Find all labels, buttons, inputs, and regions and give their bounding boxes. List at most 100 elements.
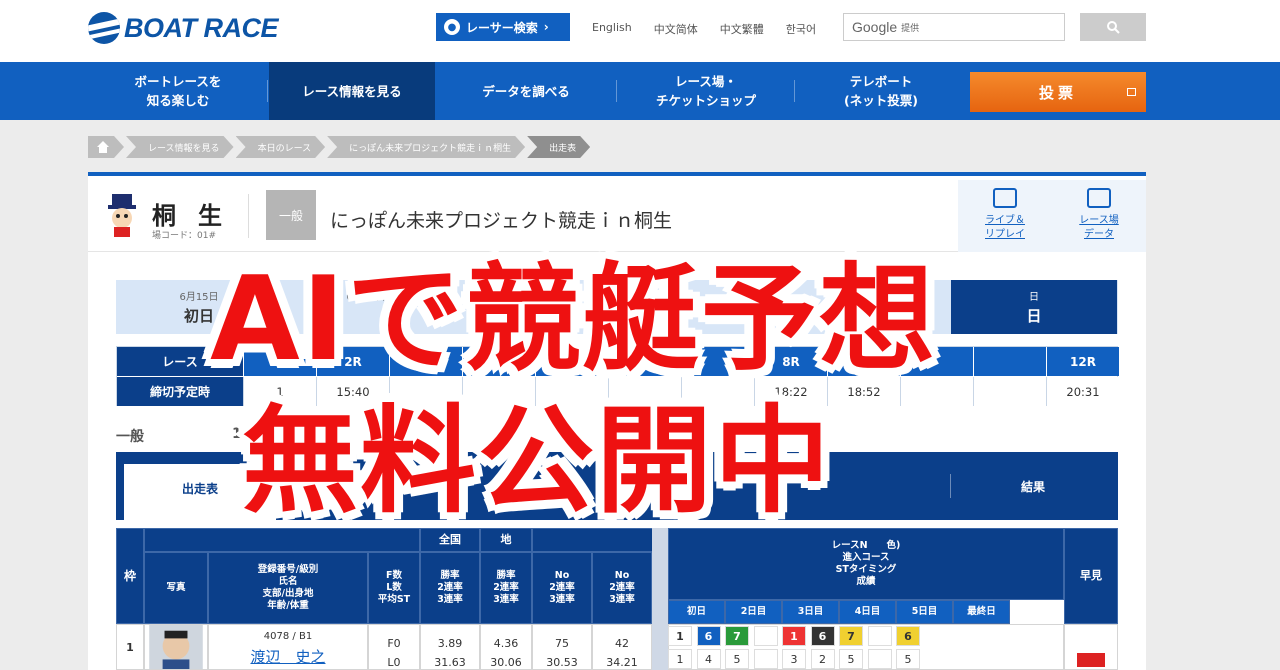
breadcrumb-item[interactable]: レース情報を見る: [126, 136, 234, 158]
tv-icon: [993, 188, 1017, 208]
site-header: BOAT RACE ● レーサー検索 › English 中文简体 中文繁體 한…: [0, 0, 1280, 62]
language-switcher: English 中文简体 中文繁體 한국어: [592, 21, 816, 37]
racer-profile: 4078 / B1 渡辺 史之: [208, 624, 368, 670]
race-number-tab[interactable]: 12R: [1046, 347, 1119, 376]
entry-table: 枠 写真 登録番号/級別 氏名 支部/出身地 年齢/体重 F数 L数 平均ST …: [116, 528, 1118, 670]
result-frame-cell: 1: [782, 626, 806, 646]
tab-result[interactable]: 結果: [950, 464, 1116, 508]
nav-item-venues[interactable]: レース場・ チケットショップ: [617, 62, 795, 120]
result-frame-cell: 1: [668, 626, 692, 646]
home-icon: [96, 141, 110, 153]
col-touchi: 地: [480, 528, 532, 552]
breadcrumb-current: 出走表: [527, 136, 590, 158]
nav-item-data[interactable]: データを調べる: [435, 62, 617, 120]
racer-icon: ●: [444, 19, 460, 35]
col-zenkoku: 全国: [420, 528, 480, 552]
result-course-cell: 5: [725, 649, 749, 669]
result-course-cell: 2: [810, 649, 835, 669]
venue-data-link[interactable]: レース場 データ: [1052, 180, 1146, 252]
boat-cell: 42 34.21: [592, 624, 652, 670]
day-date: 日: [1029, 292, 1039, 303]
hayami-cell: [1064, 624, 1118, 670]
race-deadline-time: [973, 377, 1046, 406]
racer-search-button[interactable]: ● レーサー検索 ›: [436, 13, 570, 41]
grade-badge: 一般: [266, 190, 316, 240]
breadcrumb-item[interactable]: 本日のレース: [236, 136, 326, 158]
motor-two-rate: 30.53: [546, 656, 578, 669]
col-hayami: 早見: [1064, 528, 1118, 624]
motor-no: 75: [555, 637, 569, 650]
result-frame-cell: 7: [839, 626, 863, 646]
col-motor: No 2連率 3連率: [532, 552, 592, 624]
win-rate-touchi: 4.36: [493, 637, 519, 650]
col-series: レースN 色) 進入コース STタイミング 成績: [668, 528, 1064, 600]
col-spacer: [652, 528, 668, 624]
grade-line-label: 一般: [116, 429, 144, 445]
series-day-head: 2日目: [725, 600, 782, 624]
two-rate-zenkoku: 31.63: [434, 656, 466, 669]
rate-touchi-cell: 4.36 30.06: [480, 624, 532, 670]
vote-button[interactable]: 投票: [970, 72, 1146, 112]
racer-name-link[interactable]: 渡辺 史之: [250, 646, 325, 667]
spacer-cell: [652, 624, 668, 670]
vote-label: 投票: [1038, 83, 1077, 102]
lang-english[interactable]: English: [592, 21, 632, 37]
series-day-head: 初日: [668, 600, 725, 624]
day-tab-current[interactable]: 日 日: [951, 280, 1117, 334]
racer-search-label: レーサー検索: [466, 20, 538, 35]
venue-code: 場コード：01#: [152, 231, 216, 241]
col-rate-zenkoku: 勝率 2連率 3連率: [420, 552, 480, 624]
col-racer-group: [144, 528, 420, 552]
racer-photo[interactable]: [144, 624, 208, 670]
rate-zenkoku-cell: 3.89 31.63: [420, 624, 480, 670]
col-rate-touchi: 勝率 2連率 3連率: [480, 552, 532, 624]
result-course-cell: 3: [782, 649, 806, 669]
live-replay-label: ライブ＆ リプレイ: [985, 215, 1025, 240]
live-replay-link[interactable]: ライブ＆ リプレイ: [958, 180, 1052, 252]
racer-reg: 4078 / B1: [263, 631, 313, 642]
series-day-head: 3日目: [782, 600, 839, 624]
col-equipment-group: [532, 528, 668, 552]
lang-zh-simplified[interactable]: 中文简体: [654, 21, 698, 37]
result-frame-cell: 6: [896, 626, 920, 646]
breadcrumb-home[interactable]: [88, 136, 124, 158]
search-icon: [1107, 21, 1120, 34]
result-frame-cell: 6: [810, 626, 835, 646]
col-boat: No 2連率 3連率: [592, 552, 652, 624]
nav-item-race-info[interactable]: レース情報を見る: [269, 62, 435, 120]
lang-korean[interactable]: 한국어: [786, 21, 816, 37]
divider: [248, 194, 249, 238]
col-photo: 写真: [144, 552, 208, 624]
nav-item-teleboat[interactable]: テレボート (ネット投票): [795, 62, 967, 120]
boat-no: 42: [615, 637, 629, 650]
race-deadline-time: 20:31: [1046, 377, 1119, 406]
result-course-cell: [867, 649, 892, 669]
venue-name: 桐生: [152, 202, 244, 230]
result-frame-cell: 7: [725, 626, 749, 646]
search-button[interactable]: [1080, 13, 1146, 41]
chevron-right-icon: ›: [543, 20, 549, 34]
chart-icon: [1087, 188, 1111, 208]
race-title: にっぽん未来プロジェクト競走ｉｎ桐生: [330, 210, 673, 232]
google-brand: Google: [852, 19, 898, 35]
external-link-icon: [1127, 88, 1136, 96]
waku-cell: 1: [116, 624, 144, 670]
hayami-badge: [1077, 653, 1105, 667]
site-search-input[interactable]: Google 提供: [843, 13, 1065, 41]
breadcrumb-item[interactable]: にっぽん未来プロジェクト競走ｉｎ桐生: [327, 136, 525, 158]
fl-cell: F0 L0: [368, 624, 420, 670]
series-day-head: 4日目: [839, 600, 896, 624]
result-course-cell: [753, 649, 778, 669]
day-name: 日: [1026, 307, 1042, 325]
race-number-tab[interactable]: [973, 347, 1046, 376]
logo-mark-icon: [88, 12, 120, 44]
series-day-head: 5日目: [896, 600, 953, 624]
search-provided-by: 提供: [901, 23, 920, 34]
lang-zh-traditional[interactable]: 中文繁體: [720, 21, 764, 37]
logo-text: BOAT RACE: [124, 12, 279, 43]
racer-photo-image: [149, 625, 203, 669]
result-frame-cell: [753, 626, 778, 646]
boatrace-logo[interactable]: BOAT RACE: [88, 12, 279, 44]
nav-item-learn[interactable]: ボートレースを 知る楽しむ: [88, 62, 268, 120]
result-frame-cell: [867, 626, 892, 646]
